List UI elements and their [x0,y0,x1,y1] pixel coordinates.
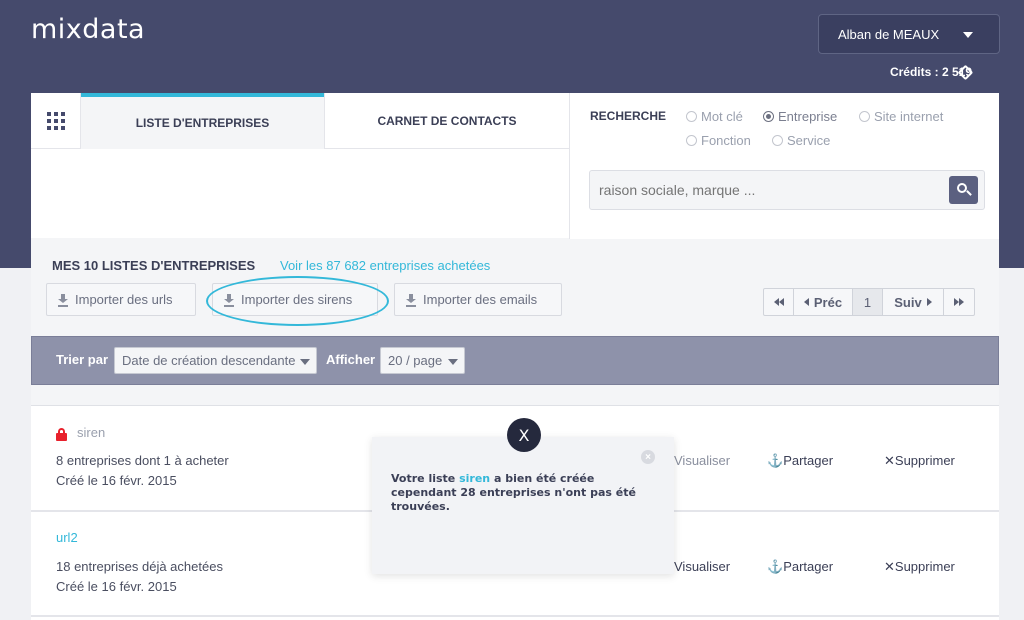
tabs-content [31,149,569,238]
radio-icon [772,135,783,146]
search-button[interactable] [949,176,978,204]
list-description: 8 entreprises dont 1 à acheter [56,453,229,468]
first-page-button[interactable] [764,289,794,315]
prev-page-button[interactable]: Préc [794,289,853,315]
import-emails-button[interactable]: Importer des emails [394,283,562,316]
radio-icon [686,111,697,122]
radio-checked-icon [763,111,774,122]
list-created-date: Créé le 16 févr. 2015 [56,579,177,594]
radio-entreprise[interactable]: Entreprise [763,109,837,124]
search-label: RECHERCHE [590,109,667,123]
apps-menu-button[interactable] [31,93,81,149]
list-name[interactable]: siren [77,425,105,440]
radio-icon [859,111,870,122]
user-menu-button[interactable]: Alban de MEAUX [818,14,1000,54]
tab-liste-entreprises[interactable]: LISTE D'ENTREPRISES [81,93,324,149]
delete-button[interactable]: ✕Supprimer [884,453,955,469]
toast-message: Votre liste siren a bien été créée cepen… [391,472,636,513]
share-button[interactable]: ⚓Partager [767,453,833,469]
view-button[interactable]: Visualiser [674,453,730,468]
share-button[interactable]: ⚓Partager [767,559,833,575]
chevron-down-icon [448,359,458,365]
list-created-date: Créé le 16 févr. 2015 [56,473,177,488]
chevron-down-icon [300,359,310,365]
delete-button[interactable]: ✕Supprimer [884,559,955,575]
list-name[interactable]: url2 [56,530,78,545]
tab-carnet-contacts[interactable]: CARNET DE CONTACTS [324,93,569,149]
sort-select[interactable]: Date de création descendante [114,347,317,374]
download-icon [58,294,68,305]
radio-icon [686,135,697,146]
grid-icon [47,112,65,130]
sort-label: Trier par [56,352,109,367]
current-page[interactable]: 1 [853,289,883,315]
close-icon: ✕ [884,453,895,468]
chevron-down-icon [963,32,973,38]
lock-icon [56,428,67,441]
toast-close-button[interactable]: X [507,418,541,452]
list-description: 18 entreprises déjà achetées [56,559,223,574]
last-page-button[interactable] [944,289,974,315]
page-size-select[interactable]: 20 / page [380,347,465,374]
radio-fonction[interactable]: Fonction [686,133,751,148]
radio-site-internet[interactable]: Site internet [859,109,943,124]
radio-mot-cle[interactable]: Mot clé [686,109,743,124]
share-icon: ⚓ [767,559,784,574]
share-icon: ⚓ [767,453,784,468]
radio-service[interactable]: Service [772,133,830,148]
purchased-companies-link[interactable]: Voir les 87 682 entreprises achetées [280,258,490,273]
view-button[interactable]: Visualiser [674,559,730,574]
pagination: Préc 1 Suiv [763,288,975,316]
download-icon [406,294,416,305]
dismiss-icon[interactable]: × [641,450,655,464]
import-urls-button[interactable]: Importer des urls [46,283,196,316]
next-page-button[interactable]: Suiv [883,289,944,315]
highlight-annotation [206,276,389,326]
show-label: Afficher [326,352,376,367]
search-input[interactable] [589,170,985,210]
toast-list-name: siren [459,472,491,485]
mixdata-logo[interactable]: mixdata [31,14,145,45]
user-name: Alban de MEAUX [838,26,940,42]
close-icon: ✕ [884,559,895,574]
divider [31,615,999,617]
lists-title: MES 10 LISTES D'ENTREPRISES [52,258,256,273]
